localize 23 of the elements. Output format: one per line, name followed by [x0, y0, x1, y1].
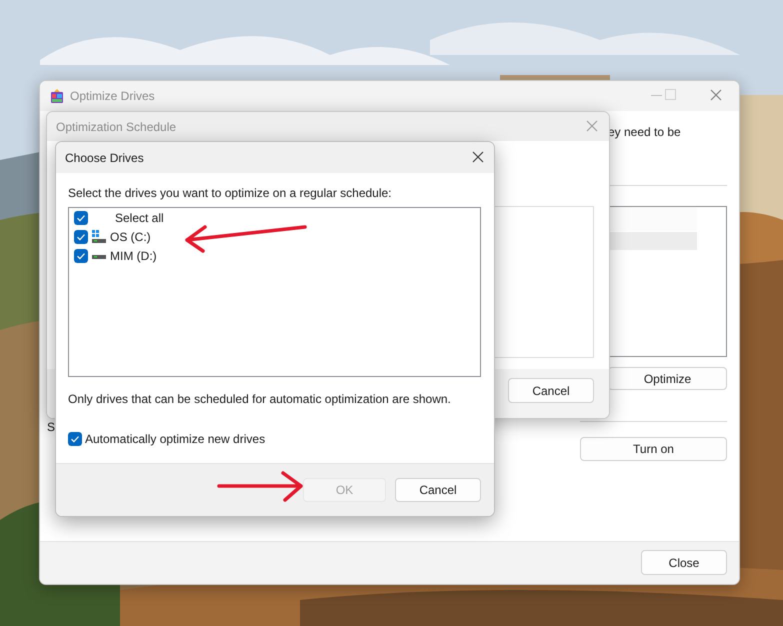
optimize-button[interactable]: Optimize — [608, 367, 727, 390]
checkbox[interactable] — [74, 230, 88, 244]
close-icon[interactable] — [472, 151, 484, 163]
section-label: S — [47, 420, 56, 434]
cancel-button[interactable]: Cancel — [508, 378, 594, 403]
checkbox[interactable] — [68, 432, 82, 446]
checkbox[interactable] — [74, 211, 88, 225]
cancel-button[interactable]: Cancel — [395, 478, 481, 502]
minimize-icon[interactable] — [651, 95, 662, 97]
drive-icon — [91, 230, 107, 244]
drive-label[interactable]: OS (C:) — [110, 230, 151, 244]
window-title: Optimize Drives — [70, 89, 155, 103]
close-button[interactable]: Close — [641, 550, 727, 575]
instruction-text: Select the drives you want to optimize on a regular schedule: — [68, 186, 392, 200]
drive-label[interactable]: Select all — [115, 211, 164, 225]
dialog-title: Choose Drives — [65, 151, 144, 165]
checkbox[interactable] — [74, 249, 88, 263]
turn-on-button[interactable]: Turn on — [580, 437, 727, 461]
checkbox-label[interactable]: Automatically optimize new drives — [85, 432, 266, 446]
note-text: Only drives that can be scheduled for automatic optimization are shown. — [68, 392, 451, 406]
dialog-title: Optimization Schedule — [56, 120, 176, 134]
app-icon — [49, 88, 65, 104]
drive-label[interactable]: MIM (D:) — [110, 249, 157, 263]
